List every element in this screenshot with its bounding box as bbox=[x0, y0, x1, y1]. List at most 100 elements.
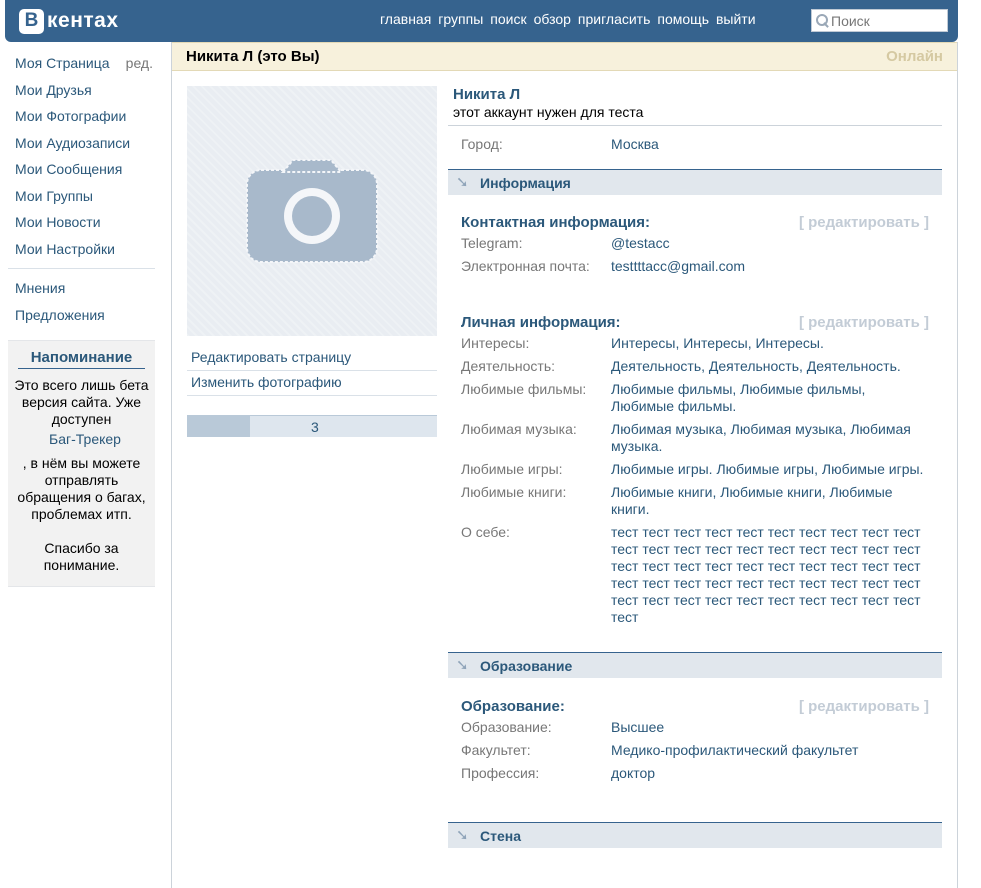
info-value[interactable]: Медико-профилактический факультет bbox=[611, 742, 929, 759]
nav-search[interactable]: поиск bbox=[490, 11, 526, 27]
top-header: В кентах главная группы поиск обзор приг… bbox=[5, 0, 958, 42]
contact-block: Контактная информация: [ редактировать ]… bbox=[448, 214, 942, 275]
page-title: Никита Л (это Вы) bbox=[186, 48, 320, 65]
profile-status[interactable]: этот аккаунт нужен для теста bbox=[448, 104, 942, 120]
site-logo[interactable]: В кентах bbox=[19, 8, 119, 34]
reminder-title: Напоминание bbox=[18, 349, 145, 369]
logo-letter: В bbox=[19, 8, 44, 34]
collapse-arrow-icon bbox=[456, 826, 470, 844]
section-title: Стена bbox=[480, 827, 521, 844]
info-row: Любимые книги: Любимые книги, Любимые кн… bbox=[448, 484, 942, 518]
edit-personal-button[interactable]: [ редактировать ] bbox=[799, 314, 929, 331]
info-row: Любимые игры: Любимые игры. Любимые игры… bbox=[448, 461, 942, 478]
edit-page-link[interactable]: Редактировать страницу bbox=[187, 346, 437, 371]
profile-titlebar: Никита Л (это Вы) Онлайн bbox=[172, 42, 957, 71]
personal-subheader: Личная информация: [ редактировать ] bbox=[448, 314, 942, 331]
info-label: О себе: bbox=[461, 524, 510, 540]
collapse-arrow-icon bbox=[456, 173, 470, 191]
info-label: Telegram: bbox=[461, 235, 523, 251]
info-label: Электронная почта: bbox=[461, 258, 590, 274]
info-row: Любимая музыка: Любимая музыка, Любимая … bbox=[448, 421, 942, 455]
info-row: Профессия: доктор bbox=[448, 765, 942, 782]
edit-education-button[interactable]: [ редактировать ] bbox=[799, 698, 929, 715]
nav-logout[interactable]: выйти bbox=[716, 11, 756, 27]
section-info-header[interactable]: Информация bbox=[448, 169, 942, 195]
progress-fill bbox=[187, 416, 250, 437]
sidebar-item-messages[interactable]: Мои Сообщения bbox=[8, 158, 155, 185]
top-nav: главная группы поиск обзор пригласить по… bbox=[380, 11, 763, 27]
education-block: Образование: [ редактировать ] Образован… bbox=[448, 698, 942, 782]
left-sidebar: Моя Страница ред. Мои Друзья Мои Фотогра… bbox=[8, 52, 155, 587]
collapse-arrow-icon bbox=[456, 656, 470, 674]
info-value[interactable]: @testacc bbox=[611, 235, 929, 252]
sidebar-item-audio[interactable]: Мои Аудиозаписи bbox=[8, 132, 155, 159]
education-title: Образование: bbox=[461, 698, 565, 715]
section-education-header[interactable]: Образование bbox=[448, 652, 942, 678]
info-value[interactable]: Любимая музыка, Любимая музыка, Любимая … bbox=[611, 421, 929, 455]
progress-label: 3 bbox=[311, 419, 319, 435]
reminder-text: Это всего лишь бета версия сайта. Уже до… bbox=[14, 377, 149, 523]
reminder-thanks: Спасибо за понимание. bbox=[43, 539, 120, 573]
info-label: Факультет: bbox=[461, 742, 531, 758]
info-row: Любимые фильмы: Любимые фильмы, Любимые … bbox=[448, 381, 942, 415]
camera-icon bbox=[246, 159, 378, 263]
nav-invite[interactable]: пригласить bbox=[578, 11, 650, 27]
sidebar-divider bbox=[8, 268, 155, 269]
profile-info-column: Никита Л этот аккаунт нужен для теста Го… bbox=[448, 86, 942, 848]
info-label: Любимые игры: bbox=[461, 461, 563, 477]
info-value[interactable]: Деятельность, Деятельность, Деятельность… bbox=[611, 358, 929, 375]
info-row: Образование: Высшее bbox=[448, 719, 942, 736]
sidebar-item-friends[interactable]: Мои Друзья bbox=[8, 79, 155, 106]
info-label: Интересы: bbox=[461, 335, 530, 351]
sidebar-item-suggestions[interactable]: Предложения bbox=[8, 304, 155, 331]
info-value[interactable]: доктор bbox=[611, 765, 929, 782]
change-photo-link[interactable]: Изменить фотографию bbox=[187, 371, 437, 396]
info-value[interactable]: Высшее bbox=[611, 719, 929, 736]
info-value[interactable]: Интересы, Интересы, Интересы. bbox=[611, 335, 929, 352]
nav-overview[interactable]: обзор bbox=[534, 11, 571, 27]
info-row: Telegram: @testacc bbox=[448, 235, 942, 252]
profile-photo-placeholder[interactable] bbox=[187, 86, 437, 336]
sidebar-item-opinions[interactable]: Мнения bbox=[8, 277, 155, 304]
section-wall-header[interactable]: Стена bbox=[448, 822, 942, 848]
personal-title: Личная информация: bbox=[461, 314, 621, 331]
section-title: Образование bbox=[480, 657, 573, 674]
reminder-box: Напоминание Это всего лишь бета версия с… bbox=[8, 340, 155, 587]
search-box bbox=[811, 9, 948, 32]
sidebar-item-photos[interactable]: Мои Фотографии bbox=[8, 105, 155, 132]
sidebar-edit-link[interactable]: ред. bbox=[126, 52, 153, 79]
info-label: Образование: bbox=[461, 719, 552, 735]
nav-home[interactable]: главная bbox=[380, 11, 431, 27]
sidebar-item-news[interactable]: Мои Новости bbox=[8, 211, 155, 238]
nav-help[interactable]: помощь bbox=[657, 11, 709, 27]
search-input[interactable] bbox=[831, 12, 941, 29]
reminder-text-part1: Это всего лишь бета версия сайта. Уже до… bbox=[14, 377, 149, 427]
info-label: Профессия: bbox=[461, 765, 540, 781]
info-value[interactable]: Любимые фильмы, Любимые фильмы, Любимые … bbox=[611, 381, 929, 415]
sidebar-item-settings[interactable]: Мои Настройки bbox=[8, 238, 155, 265]
bug-tracker-link[interactable]: Баг-Трекер bbox=[14, 428, 149, 455]
info-value[interactable]: Любимые игры. Любимые игры, Любимые игры… bbox=[611, 461, 929, 478]
logo-text: кентах bbox=[47, 9, 119, 32]
info-value[interactable]: testtttacc@gmail.com bbox=[611, 258, 929, 275]
edit-contact-button[interactable]: [ редактировать ] bbox=[799, 214, 929, 231]
city-value[interactable]: Москва bbox=[611, 136, 929, 153]
info-label: Деятельность: bbox=[461, 358, 556, 374]
sidebar-item-groups[interactable]: Мои Группы bbox=[8, 185, 155, 212]
personal-block: Личная информация: [ редактировать ] Инт… bbox=[448, 314, 942, 626]
info-label: Любимые книги: bbox=[461, 484, 567, 500]
info-row: Интересы: Интересы, Интересы, Интересы. bbox=[448, 335, 942, 352]
info-value[interactable]: Любимые книги, Любимые книги, Любимые кн… bbox=[611, 484, 929, 518]
info-label: Любимая музыка: bbox=[461, 421, 577, 437]
section-title: Информация bbox=[480, 174, 571, 191]
online-status: Онлайн bbox=[886, 48, 943, 65]
info-label: Город: bbox=[461, 136, 503, 152]
search-icon bbox=[816, 14, 829, 27]
profile-name: Никита Л bbox=[453, 86, 521, 103]
info-row: Факультет: Медико-профилактический факул… bbox=[448, 742, 942, 759]
profile-progress-bar: 3 bbox=[187, 415, 437, 437]
info-row: Деятельность: Деятельность, Деятельность… bbox=[448, 358, 942, 375]
nav-groups[interactable]: группы bbox=[438, 11, 483, 27]
divider bbox=[448, 125, 942, 126]
reminder-text-part2: , в нём вы можете отправлять обращения о… bbox=[17, 454, 146, 522]
